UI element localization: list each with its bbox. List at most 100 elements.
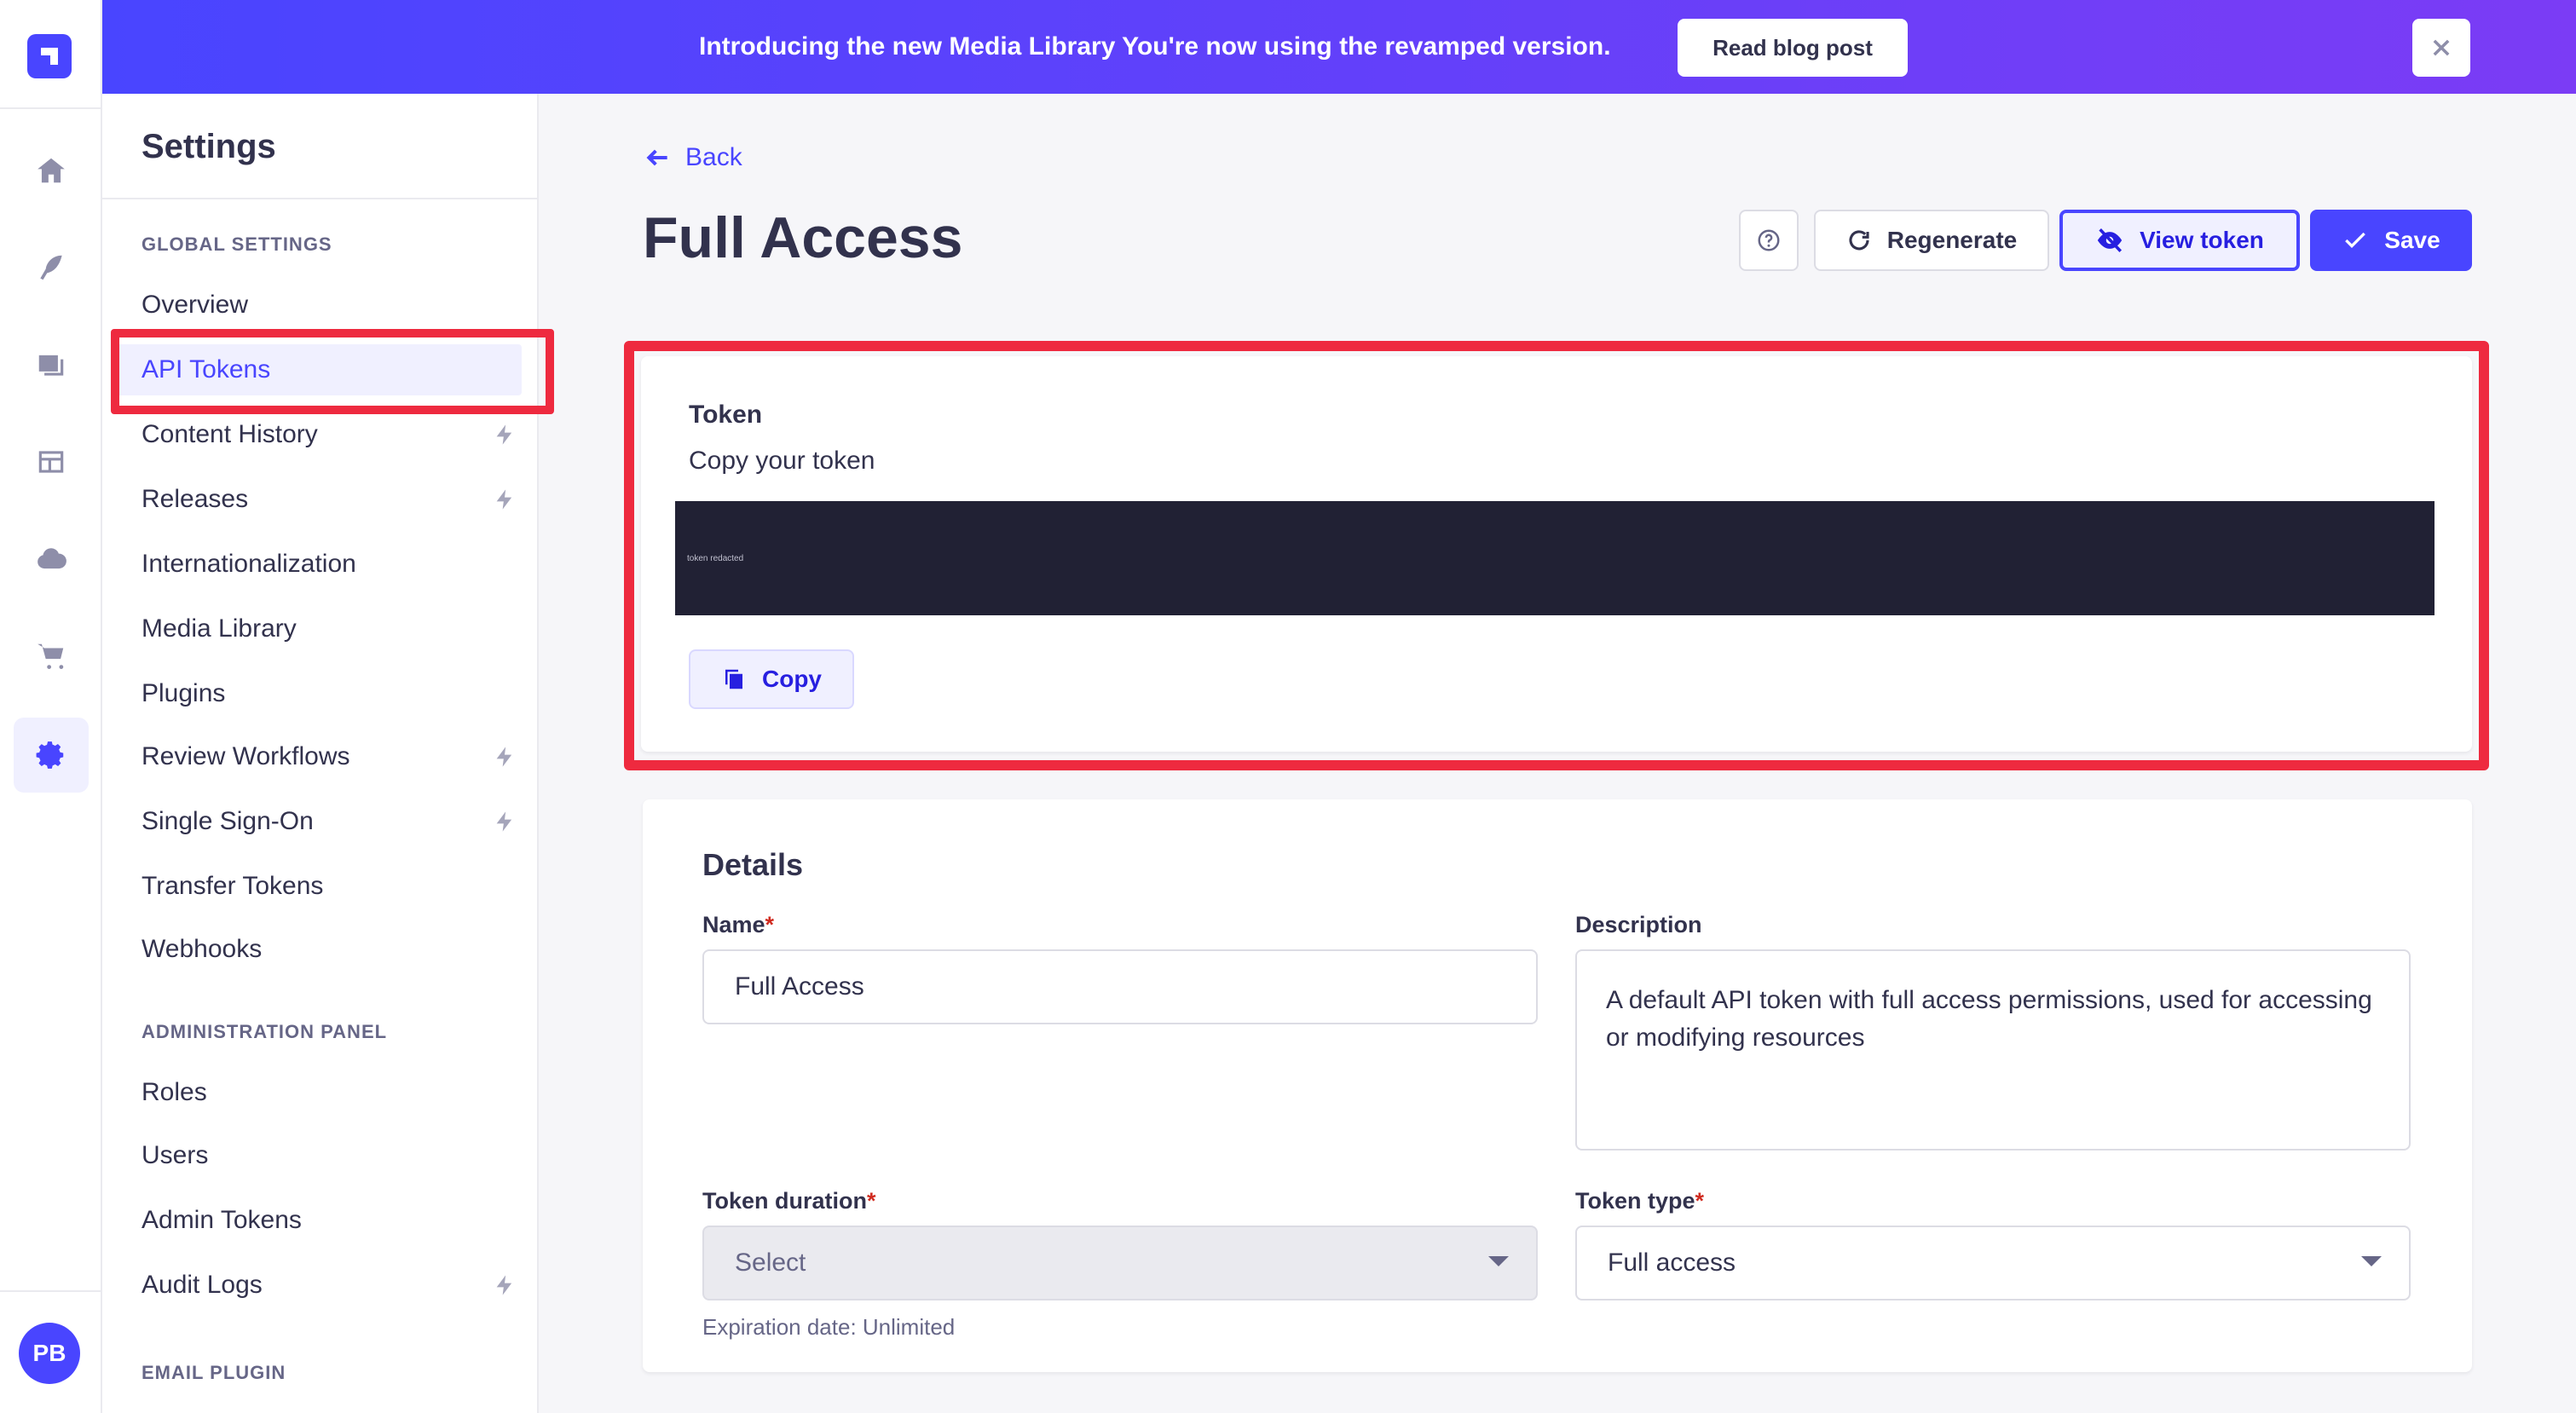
cart-icon[interactable] — [14, 619, 89, 694]
help-icon — [1758, 229, 1780, 251]
back-label: Back — [685, 143, 742, 171]
token-value-box[interactable]: token redacted — [675, 501, 2434, 615]
sidebar-item-transfer-tokens[interactable]: Transfer Tokens — [142, 861, 517, 912]
read-blog-post-button[interactable]: Read blog post — [1678, 19, 1908, 77]
sidebar-item-label: Review Workflows — [142, 742, 350, 770]
token-hint: Copy your token — [689, 447, 875, 475]
announcement-banner: Introducing the new Media Library You're… — [102, 0, 2576, 94]
name-label-text: Name — [702, 912, 765, 937]
save-label: Save — [2384, 227, 2440, 253]
sidebar-item-label: Internationalization — [142, 550, 356, 578]
feather-icon[interactable] — [14, 230, 89, 305]
name-label: Name* — [702, 912, 774, 938]
description-label: Description — [1575, 912, 1702, 937]
description-field-value: A default API token with full access per… — [1606, 986, 2372, 1052]
sidebar-item-plugins[interactable]: Plugins — [142, 668, 517, 719]
sidebar-item-label: Admin Tokens — [142, 1206, 302, 1234]
chevron-down-icon — [2361, 1256, 2382, 1266]
token-card: Token Copy your token token redacted Cop… — [641, 356, 2472, 752]
cloud-icon[interactable] — [14, 522, 89, 597]
sidebar-item-single-sign-on[interactable]: Single Sign-On — [142, 796, 517, 847]
sidebar-item-label: Releases — [142, 485, 249, 513]
check-icon — [2345, 232, 2366, 249]
section-label-administration-panel: ADMINISTRATION PANEL — [142, 1021, 388, 1042]
view-token-button[interactable]: View token — [2059, 210, 2300, 271]
token-label: Token — [689, 401, 763, 429]
sidebar-item-roles[interactable]: Roles — [142, 1067, 517, 1118]
regenerate-label: Regenerate — [1886, 227, 2018, 253]
lightning-icon — [496, 424, 512, 445]
required-marker: * — [1695, 1188, 1705, 1214]
gear-icon[interactable] — [14, 718, 89, 793]
sidebar-item-internationalization[interactable]: Internationalization — [142, 539, 517, 590]
settings-title: Settings — [142, 128, 276, 165]
token-duration-label-text: Token duration — [702, 1188, 867, 1214]
sidebar-item-label: Audit Logs — [142, 1271, 263, 1299]
sidebar-item-label: Transfer Tokens — [142, 872, 324, 900]
settings-sidebar: Settings GLOBAL SETTINGS Overview API To… — [102, 94, 539, 1413]
sidebar-item-label: Single Sign-On — [142, 807, 314, 835]
sidebar-item-label: Plugins — [142, 679, 226, 707]
divider — [102, 198, 537, 199]
description-field[interactable]: A default API token with full access per… — [1575, 949, 2411, 1151]
sidebar-item-users[interactable]: Users — [142, 1130, 517, 1181]
sidebar-item-label: Users — [142, 1141, 209, 1169]
chevron-down-icon — [1488, 1256, 1509, 1266]
details-card: Details Name* Full Access Description A … — [643, 799, 2472, 1372]
token-duration-select[interactable]: Select — [702, 1226, 1538, 1301]
lightning-icon — [496, 1275, 512, 1295]
arrow-left-icon — [646, 149, 667, 166]
sidebar-item-admin-tokens[interactable]: Admin Tokens — [142, 1195, 517, 1246]
name-field[interactable]: Full Access — [702, 949, 1538, 1024]
sidebar-item-overview[interactable]: Overview — [142, 280, 517, 331]
expiration-hint: Expiration date: Unlimited — [702, 1314, 956, 1340]
divider — [0, 1290, 102, 1292]
section-label-email-plugin: EMAIL PLUGIN — [142, 1362, 286, 1383]
media-icon[interactable] — [14, 327, 89, 402]
banner-close-button[interactable] — [2412, 19, 2470, 77]
avatar[interactable]: PB — [19, 1323, 80, 1384]
logo[interactable] — [27, 34, 72, 78]
main-nav: PB — [0, 0, 102, 1413]
divider — [0, 107, 102, 109]
back-link[interactable]: Back — [644, 143, 742, 172]
eye-striked-icon — [2097, 228, 2123, 252]
page-title: Full Access — [643, 205, 963, 270]
refresh-icon — [1849, 230, 1869, 251]
lightning-icon — [496, 489, 512, 510]
token-type-select[interactable]: Full access — [1575, 1226, 2411, 1301]
required-marker: * — [765, 912, 775, 937]
copy-label: Copy — [762, 666, 822, 692]
sidebar-item-media-library[interactable]: Media Library — [142, 603, 517, 655]
sidebar-item-releases[interactable]: Releases — [142, 474, 517, 525]
section-label-global-settings: GLOBAL SETTINGS — [142, 234, 332, 255]
token-type-label: Token type* — [1575, 1188, 1704, 1214]
banner-text: Introducing the new Media Library You're… — [699, 32, 1611, 61]
sidebar-item-label: Media Library — [142, 614, 297, 643]
sidebar-item-audit-logs[interactable]: Audit Logs — [142, 1260, 517, 1311]
copy-icon — [725, 669, 742, 689]
sidebar-item-review-workflows[interactable]: Review Workflows — [142, 731, 517, 782]
token-type-label-text: Token type — [1575, 1188, 1695, 1214]
details-title: Details — [702, 847, 804, 882]
layout-icon[interactable] — [14, 424, 89, 499]
save-button[interactable]: Save — [2310, 210, 2472, 271]
lightning-icon — [496, 747, 512, 767]
home-icon[interactable] — [14, 133, 89, 208]
sidebar-item-label: API Tokens — [142, 355, 271, 384]
required-marker: * — [867, 1188, 876, 1214]
copy-button[interactable]: Copy — [689, 649, 854, 709]
sidebar-item-api-tokens[interactable]: API Tokens — [114, 344, 522, 395]
help-button[interactable] — [1739, 210, 1799, 271]
token-type-value: Full access — [1608, 1249, 1736, 1277]
regenerate-button[interactable]: Regenerate — [1814, 210, 2049, 271]
sidebar-item-label: Webhooks — [142, 935, 263, 963]
sidebar-item-label: Roles — [142, 1078, 207, 1106]
token-duration-label: Token duration* — [702, 1188, 876, 1214]
view-token-label: View token — [2140, 227, 2264, 253]
sidebar-item-label: Content History — [142, 420, 318, 448]
token-value: token redacted — [687, 554, 744, 563]
name-field-value: Full Access — [735, 972, 864, 1001]
sidebar-item-content-history[interactable]: Content History — [142, 409, 517, 460]
sidebar-item-webhooks[interactable]: Webhooks — [142, 924, 517, 975]
